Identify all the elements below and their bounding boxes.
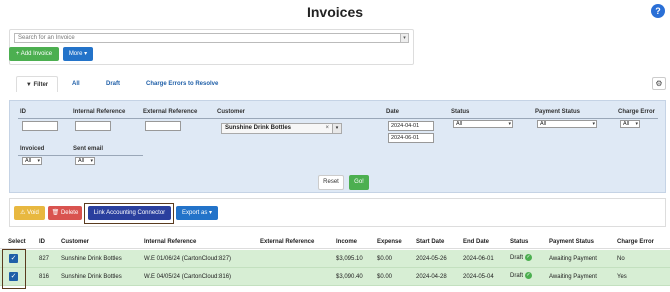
- filter-label-customer: Customer: [217, 109, 246, 115]
- charge-error-filter-value: All: [623, 121, 630, 127]
- customer-filter-select[interactable]: Sunshine Drink Bottles × ▾: [221, 123, 342, 134]
- cell-payment-status: Awaiting Payment: [549, 274, 597, 280]
- tab-charge-errors[interactable]: Charge Errors to Resolve: [146, 76, 218, 92]
- chevron-down-icon: ▾: [592, 121, 595, 127]
- export-button[interactable]: Export as ▾: [176, 206, 218, 220]
- cell-status: Draft ✓: [510, 272, 533, 280]
- invoiced-filter-select[interactable]: All ▾: [22, 157, 42, 165]
- cell-end-date: 2024-05-04: [463, 274, 494, 280]
- column-header-expense[interactable]: Expense: [377, 239, 402, 245]
- column-header-payment-status[interactable]: Payment Status: [549, 239, 594, 245]
- date-from-input[interactable]: 2024-04-01: [388, 121, 434, 131]
- reset-button[interactable]: Reset: [318, 175, 344, 190]
- page-title: Invoices: [306, 4, 364, 20]
- tab-all[interactable]: All: [72, 76, 80, 92]
- table-row[interactable]: ✓ 816 Sunshine Drink Bottles W.E 04/05/2…: [0, 268, 670, 286]
- column-header-charge-error[interactable]: Charge Error: [617, 239, 654, 245]
- add-invoice-button[interactable]: + Add Invoice: [9, 47, 59, 61]
- id-filter-input[interactable]: [22, 121, 58, 131]
- filter-label-id: ID: [20, 109, 26, 115]
- cell-income: $3,090.40: [336, 274, 363, 280]
- sent-email-filter-select[interactable]: All ▾: [75, 157, 95, 165]
- status-filter-value: All: [456, 121, 463, 127]
- cell-payment-status: Awaiting Payment: [549, 256, 597, 262]
- tab-filter-label: Filter: [33, 82, 49, 88]
- external-reference-filter-input[interactable]: [145, 121, 181, 131]
- payment-status-filter-select[interactable]: All ▾: [537, 120, 597, 128]
- cell-income: $3,095.10: [336, 256, 363, 262]
- gear-icon[interactable]: ⚙: [652, 77, 666, 90]
- column-header-status[interactable]: Status: [510, 239, 528, 245]
- tab-filter[interactable]: ▼ Filter: [16, 76, 58, 92]
- status-filter-select[interactable]: All ▾: [453, 120, 513, 128]
- tabs-bar: ▼ Filter All Draft Charge Errors to Reso…: [9, 76, 666, 92]
- search-input[interactable]: Search for an Invoice ▾: [14, 33, 409, 43]
- status-label: Draft: [510, 273, 524, 280]
- tab-draft[interactable]: Draft: [106, 76, 120, 92]
- check-circle-icon: ✓: [525, 254, 533, 261]
- filter-label-sent-email: Sent email: [73, 146, 104, 152]
- cell-expense: $0.00: [377, 274, 393, 280]
- column-header-customer[interactable]: Customer: [61, 239, 89, 245]
- cell-start-date: 2024-05-26: [416, 256, 447, 262]
- filter-label-payment-status: Payment Status: [535, 109, 581, 115]
- filter-label-charge-error: Charge Error: [618, 109, 656, 115]
- status-label: Draft: [510, 255, 524, 262]
- column-header-end-date[interactable]: End Date: [463, 239, 489, 245]
- check-circle-icon: ✓: [525, 272, 533, 279]
- column-header-start-date[interactable]: Start Date: [416, 239, 444, 245]
- go-button[interactable]: Go!: [349, 175, 369, 190]
- filter-panel: ID Internal Reference External Reference…: [9, 100, 666, 193]
- table-header: Select ID Customer Internal Reference Ex…: [0, 237, 670, 249]
- highlight-frame: [2, 249, 26, 289]
- chevron-down-icon: ▾: [90, 158, 93, 164]
- link-accounting-connector-button[interactable]: Link Accounting Connector: [88, 206, 171, 220]
- sent-email-filter-value: All: [78, 158, 85, 164]
- filter-icon: ▼: [25, 82, 32, 88]
- invoiced-filter-value: All: [25, 158, 32, 164]
- chevron-down-icon[interactable]: ▾: [400, 34, 408, 42]
- cell-charge-error: Yes: [617, 274, 627, 280]
- column-header-external-reference[interactable]: External Reference: [260, 239, 314, 245]
- cell-internal-reference[interactable]: W.E 01/06/24 (CartonCloud:827): [144, 256, 231, 262]
- cell-charge-error: No: [617, 256, 625, 262]
- internal-reference-filter-input[interactable]: [75, 121, 111, 131]
- filter-label-external-reference: External Reference: [143, 109, 198, 115]
- filter-label-internal-reference: Internal Reference: [73, 109, 126, 115]
- filter-divider: [18, 155, 143, 156]
- chevron-down-icon: ▾: [37, 158, 40, 164]
- cell-customer: Sunshine Drink Bottles: [61, 256, 122, 262]
- clear-icon[interactable]: ×: [325, 124, 329, 133]
- cell-status: Draft ✓: [510, 254, 533, 262]
- search-placeholder: Search for an Invoice: [18, 35, 75, 41]
- cell-start-date: 2024-04-28: [416, 274, 447, 280]
- date-to-input[interactable]: 2024-06-01: [388, 133, 434, 143]
- charge-error-filter-select[interactable]: All ▾: [620, 120, 640, 128]
- chevron-down-icon: ▾: [635, 121, 638, 127]
- cell-expense: $0.00: [377, 256, 393, 262]
- cell-id: 827: [39, 256, 50, 262]
- customer-filter-value: Sunshine Drink Bottles: [225, 125, 292, 131]
- help-icon[interactable]: ?: [651, 4, 665, 18]
- column-header-internal-reference[interactable]: Internal Reference: [144, 239, 196, 245]
- chevron-down-icon: ▾: [508, 121, 511, 127]
- delete-button[interactable]: 🗑 Delete: [48, 206, 82, 220]
- column-header-income[interactable]: Income: [336, 239, 357, 245]
- cell-customer: Sunshine Drink Bottles: [61, 274, 122, 280]
- filter-label-status: Status: [451, 109, 470, 115]
- column-header-select: Select: [8, 239, 26, 245]
- column-header-id[interactable]: ID: [39, 239, 45, 245]
- void-button[interactable]: ⚠ Void: [14, 206, 45, 220]
- actions-panel: ⚠ Void 🗑 Delete Link Accounting Connecto…: [9, 198, 666, 227]
- filter-label-date: Date: [386, 109, 400, 115]
- chevron-down-icon[interactable]: ▾: [332, 124, 341, 133]
- payment-status-filter-value: All: [540, 121, 547, 127]
- filter-label-invoiced: Invoiced: [20, 146, 45, 152]
- cell-internal-reference[interactable]: W.E 04/05/24 (CartonCloud:816): [144, 274, 231, 280]
- cell-id: 816: [39, 274, 50, 280]
- table-row[interactable]: ✓ 827 Sunshine Drink Bottles W.E 01/06/2…: [0, 250, 670, 268]
- filter-divider: [18, 118, 658, 119]
- more-button[interactable]: More ▾: [63, 47, 93, 61]
- cell-end-date: 2024-06-01: [463, 256, 494, 262]
